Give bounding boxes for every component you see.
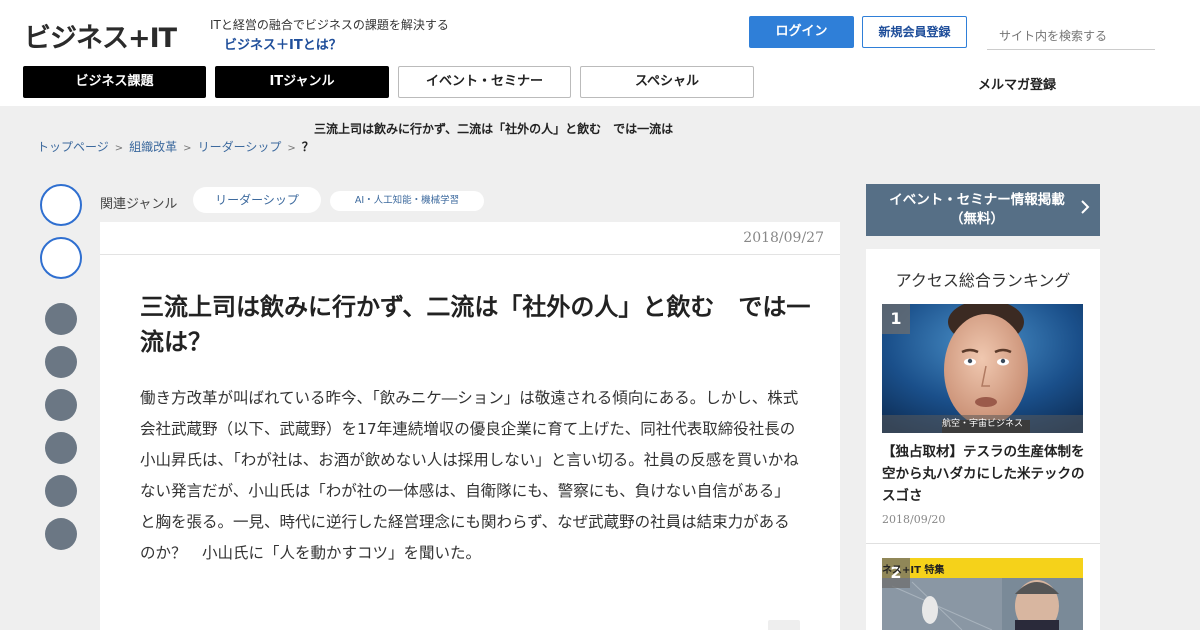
tab-special[interactable]: スペシャル	[580, 66, 754, 98]
genre-tag-leadership[interactable]: リーダーシップ	[193, 187, 321, 213]
breadcrumb-separator: >	[287, 143, 296, 154]
feature-banner-text: ネス+IT 特集	[882, 565, 945, 576]
article-lead: 働き方改革が叫ばれている昨今、「飲みニケ―ション」は敬遠される傾向にある。しかし…	[140, 389, 799, 562]
ranking-1-date: 2018/09/20	[882, 513, 946, 526]
access-ranking: アクセス総合ランキング 1 航空・宇宙ビジネス 【独占取材】テスラの生産体制を空…	[866, 249, 1100, 630]
share-icon[interactable]	[45, 389, 77, 421]
breadcrumb-leadership[interactable]: リーダーシップ	[198, 140, 282, 154]
site-logo[interactable]: ビジネス+IT	[24, 16, 177, 55]
ranking-2-thumbnail[interactable]: 2 ネス+IT 特集	[882, 558, 1083, 630]
article-body: 2018/09/27 三流上司は飲みに行かず、二流は「社外の人」と飲む では一流…	[100, 222, 840, 630]
share-icon[interactable]	[45, 518, 77, 550]
breadcrumb-headline: 三流上司は飲みに行かず、二流は「社外の人」と飲む では一流は	[314, 122, 674, 136]
rank-category: 航空・宇宙ビジネス	[882, 415, 1083, 433]
article-title: 三流上司は飲みに行かず、二流は「社外の人」と飲む では一流は？	[140, 293, 811, 356]
search-input[interactable]	[987, 22, 1155, 50]
event-listing-banner[interactable]: イベント・セミナー情報掲載 （無料）	[866, 184, 1100, 236]
portrait-image	[882, 304, 1083, 433]
login-button[interactable]: ログイン	[749, 16, 854, 48]
share-button-2[interactable]	[40, 237, 82, 279]
breadcrumb-top[interactable]: トップページ	[37, 140, 109, 154]
site-tagline: ITと経営の融合でビジネスの課題を解決する	[210, 18, 449, 32]
share-icon[interactable]	[45, 475, 77, 507]
breadcrumb-separator: >	[183, 143, 192, 154]
faded-control	[768, 620, 800, 630]
rank-number: 1	[882, 304, 910, 334]
breadcrumb-org-reform[interactable]: 組織改革	[129, 140, 177, 154]
share-button-1[interactable]	[40, 184, 82, 226]
breadcrumb-separator: >	[114, 143, 124, 154]
ranking-1-thumbnail[interactable]: 1 航空・宇宙ビジネス	[882, 304, 1083, 433]
event-banner-line2: （無料）	[950, 211, 1004, 227]
genre-tag-ai[interactable]: AI・人工知能・機械学習	[330, 191, 484, 211]
breadcrumb: トップページ > 組織改革 > リーダーシップ > ？	[37, 138, 314, 155]
ranking-divider	[866, 543, 1100, 544]
share-icon[interactable]	[45, 303, 77, 335]
share-icon[interactable]	[45, 346, 77, 378]
breadcrumb-current: ？	[301, 140, 314, 154]
tab-it-genre[interactable]: ITジャンル	[215, 66, 389, 98]
share-icon[interactable]	[45, 432, 77, 464]
article-date: 2018/09/27	[743, 230, 824, 246]
related-genre-label: 関連ジャンル	[100, 197, 178, 212]
tab-business-issues[interactable]: ビジネス課題	[23, 66, 206, 98]
ranking-title: アクセス総合ランキング	[895, 271, 1071, 290]
event-banner-line1: イベント・セミナー情報掲載	[889, 192, 1065, 208]
ranking-1-headline[interactable]: 【独占取材】テスラの生産体制を空から丸ハダカにした米テックのスゴさ	[882, 441, 1087, 507]
chevron-right-icon	[1080, 199, 1090, 219]
about-link[interactable]: ビジネス＋ITとは？	[224, 34, 342, 53]
site-header: ビジネス+IT ITと経営の融合でビジネスの課題を解決する ビジネス＋ITとは？…	[0, 0, 1200, 106]
article-date-bar: 2018/09/27	[100, 222, 840, 255]
newsletter-link[interactable]: メルマガ登録	[978, 74, 1056, 93]
register-button[interactable]: 新規会員登録	[862, 16, 967, 48]
tab-events-seminars[interactable]: イベント・セミナー	[398, 66, 571, 98]
